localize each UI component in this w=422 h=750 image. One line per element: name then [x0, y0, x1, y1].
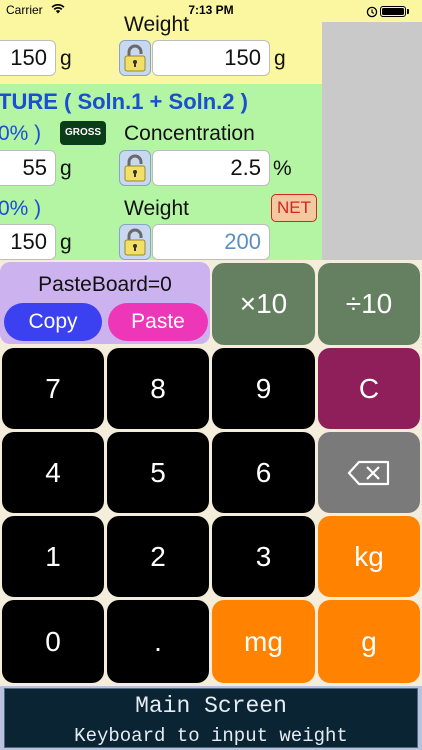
- key-2[interactable]: 2: [107, 516, 209, 597]
- total-weight-unit: g: [274, 47, 286, 70]
- gross-badge[interactable]: GROSS: [60, 121, 106, 145]
- key-8[interactable]: 8: [107, 348, 209, 429]
- copy-button[interactable]: Copy: [4, 303, 102, 341]
- weight-label-top: Weight: [124, 13, 189, 36]
- clear-key[interactable]: C: [318, 348, 420, 429]
- mixture-weight-field[interactable]: 200: [152, 224, 270, 260]
- solute-weight-unit: g: [60, 157, 72, 180]
- concentration-label: Concentration: [124, 122, 255, 145]
- mixture-title: TURE ( Soln.1 + Soln.2 ): [0, 89, 248, 114]
- concentration-unit: %: [273, 157, 292, 180]
- divide-ten-key[interactable]: ÷10: [318, 263, 420, 345]
- times-ten-key[interactable]: ×10: [212, 263, 315, 345]
- key-6[interactable]: 6: [212, 432, 315, 513]
- mg-unit-key[interactable]: mg: [212, 600, 315, 683]
- status-time: 7:13 PM: [188, 3, 234, 17]
- lock-icon[interactable]: [119, 40, 151, 76]
- key-1[interactable]: 1: [2, 516, 104, 597]
- backspace-icon: [347, 460, 390, 485]
- kg-unit-key[interactable]: kg: [318, 516, 420, 597]
- battery-icon: [380, 6, 406, 17]
- decimal-key[interactable]: .: [107, 600, 209, 683]
- backspace-key[interactable]: [318, 432, 420, 513]
- pasteboard-label: PasteBoard=0: [38, 273, 172, 296]
- concentration-field[interactable]: 2.5: [152, 150, 270, 186]
- paste-button[interactable]: Paste: [108, 303, 208, 341]
- footer-subtitle: Keyboard to input weight: [74, 725, 348, 747]
- solute-weight-field[interactable]: 55: [0, 150, 56, 186]
- weight-label: Weight: [124, 197, 189, 220]
- total-weight-field[interactable]: 150: [152, 40, 270, 76]
- soln-weight-field[interactable]: 150: [0, 40, 56, 76]
- lock-icon[interactable]: [119, 224, 151, 260]
- soln2-percent-label: 0% ): [0, 197, 42, 220]
- key-9[interactable]: 9: [212, 348, 315, 429]
- net-badge[interactable]: NET: [271, 194, 317, 222]
- soln1-percent-label: 0% ): [0, 122, 42, 145]
- key-3[interactable]: 3: [212, 516, 315, 597]
- alarm-icon: [366, 5, 378, 23]
- soln-weight-unit: g: [60, 47, 72, 70]
- g-unit-key[interactable]: g: [318, 600, 420, 683]
- soln2-weight-field[interactable]: 150: [0, 224, 56, 260]
- key-0[interactable]: 0: [2, 600, 104, 683]
- lock-icon[interactable]: [119, 150, 151, 186]
- side-panel: [322, 22, 422, 260]
- key-4[interactable]: 4: [2, 432, 104, 513]
- status-bar: Carrier 7:13 PM: [0, 0, 422, 22]
- footer-title: Main Screen: [135, 693, 287, 719]
- soln2-weight-unit: g: [60, 231, 72, 254]
- key-7[interactable]: 7: [2, 348, 104, 429]
- key-5[interactable]: 5: [107, 432, 209, 513]
- battery-tip: [407, 9, 409, 14]
